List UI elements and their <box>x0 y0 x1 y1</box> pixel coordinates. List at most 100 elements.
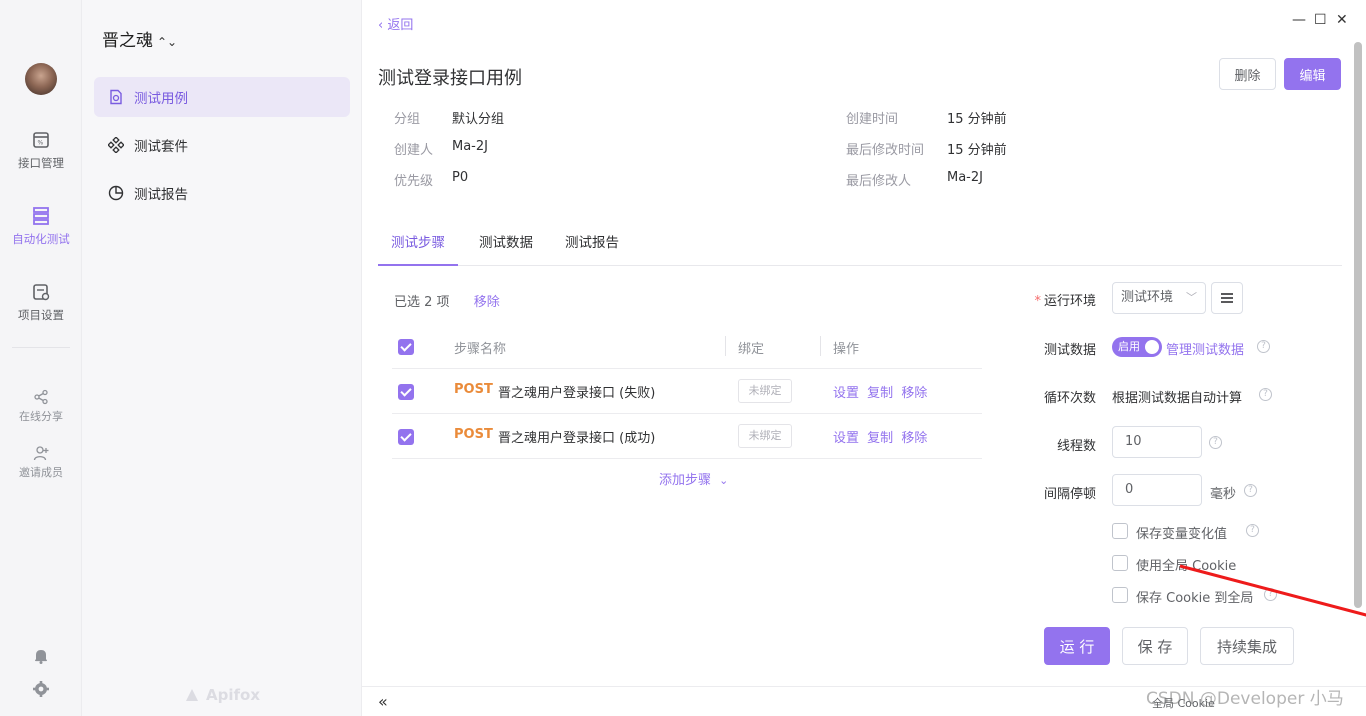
rail-item-automation[interactable]: 自动化测试 <box>0 206 82 247</box>
column-actions: 操作 <box>833 342 860 357</box>
automation-icon <box>33 207 49 225</box>
threads-input[interactable]: 10 <box>1112 426 1202 458</box>
column-bind: 绑定 <box>738 342 765 357</box>
help-icon[interactable]: ? <box>1257 340 1270 353</box>
close-button[interactable]: ✕ <box>1336 12 1348 28</box>
table-row[interactable]: POST 晋之魂用户登录接口 (失败) 未绑定 设置 复制 移除 <box>392 369 982 414</box>
modified-value: 15 分钟前 <box>947 143 1007 158</box>
left-rail: % 接口管理 自动化测试 项目设置 在线分享 邀请成员 <box>0 0 82 716</box>
column-step-name: 步骤名称 <box>454 342 507 357</box>
minimize-button[interactable]: — <box>1292 12 1306 28</box>
help-icon[interactable]: ? <box>1246 524 1259 537</box>
nav-item-test-cases[interactable]: 测试用例 <box>94 77 350 117</box>
help-icon[interactable]: ? <box>1209 436 1222 449</box>
priority-value: P0 <box>452 170 469 185</box>
step-name[interactable]: 晋之魂用户登录接口 (成功) <box>498 427 655 446</box>
bell-icon[interactable] <box>32 647 50 665</box>
row-checkbox[interactable] <box>398 384 414 400</box>
required-marker: * <box>1034 294 1041 309</box>
add-step-label: 添加步骤 <box>659 473 712 488</box>
back-label: 返回 <box>387 18 414 33</box>
scrollbar[interactable] <box>1354 42 1362 608</box>
created-label: 创建时间 <box>846 112 899 127</box>
rail-item-project-settings[interactable]: 项目设置 <box>0 282 82 323</box>
gear-icon[interactable] <box>32 680 50 698</box>
chevron-up-down-icon: ⌃⌄ <box>157 35 178 49</box>
remove-link[interactable]: 移除 <box>901 386 927 401</box>
suite-icon <box>108 137 124 153</box>
priority-label: 优先级 <box>394 174 434 189</box>
settings-link[interactable]: 设置 <box>833 386 859 401</box>
table-header: 步骤名称 绑定 操作 <box>392 324 982 369</box>
nav-item-test-suites[interactable]: 测试套件 <box>94 125 350 165</box>
add-step-button[interactable]: 添加步骤 ⌄ <box>659 469 728 488</box>
invite-members-button[interactable]: 邀请成员 <box>0 445 82 480</box>
bind-status-tag: 未绑定 <box>738 379 792 403</box>
copy-link[interactable]: 复制 <box>867 431 893 446</box>
nav-item-label: 测试用例 <box>134 91 188 107</box>
save-variable-changes-checkbox[interactable] <box>1112 523 1128 539</box>
apifox-logo-icon <box>186 689 198 701</box>
table-row[interactable]: POST 晋之魂用户登录接口 (成功) 未绑定 设置 复制 移除 <box>392 414 982 459</box>
remove-selected-link[interactable]: 移除 <box>474 295 500 310</box>
chevron-down-icon: ﹀ <box>1186 291 1197 304</box>
chevron-left-icon: ‹ <box>378 18 384 33</box>
help-icon[interactable]: ? <box>1244 484 1257 497</box>
environment-select[interactable]: 测试环境 ﹀ <box>1112 282 1206 314</box>
settings-link[interactable]: 设置 <box>833 431 859 446</box>
test-case-icon <box>110 89 122 105</box>
edit-button[interactable]: 编辑 <box>1284 58 1341 90</box>
avatar[interactable] <box>25 63 57 95</box>
rail-item-api-management[interactable]: % 接口管理 <box>0 130 82 171</box>
invite-label: 邀请成员 <box>19 466 63 479</box>
share-online-button[interactable]: 在线分享 <box>0 389 82 424</box>
remove-link[interactable]: 移除 <box>901 431 927 446</box>
help-icon[interactable]: ? <box>1259 388 1272 401</box>
environment-value: 测试环境 <box>1121 290 1174 305</box>
share-icon <box>34 389 48 405</box>
select-all-checkbox[interactable] <box>398 339 414 355</box>
annotation-arrow <box>1179 564 1366 617</box>
rail-item-label: 接口管理 <box>18 156 64 170</box>
project-name: 晋之魂 <box>102 31 153 51</box>
run-button[interactable]: 运 行 <box>1044 627 1110 665</box>
tab-test-report[interactable]: 测试报告 <box>565 226 619 266</box>
rail-divider <box>12 347 70 348</box>
selection-summary: 已选 2 项 移除 <box>394 291 500 310</box>
step-name[interactable]: 晋之魂用户登录接口 (失败) <box>498 382 655 401</box>
nav-item-test-reports[interactable]: 测试报告 <box>94 173 350 213</box>
interval-input[interactable]: 0 <box>1112 474 1202 506</box>
test-data-toggle[interactable]: 启用 <box>1112 337 1162 357</box>
project-selector[interactable]: 晋之魂 ⌃⌄ <box>102 26 177 51</box>
selected-count: 已选 2 项 <box>394 295 450 310</box>
menu-icon <box>1221 293 1233 303</box>
tab-test-data[interactable]: 测试数据 <box>479 226 533 266</box>
back-link[interactable]: ‹ 返回 <box>378 14 413 33</box>
created-value: 15 分钟前 <box>947 112 1007 127</box>
maximize-button[interactable]: ☐ <box>1314 12 1327 28</box>
use-global-cookie-checkbox[interactable] <box>1112 555 1128 571</box>
row-checkbox[interactable] <box>398 429 414 445</box>
page-title: 测试登录接口用例 <box>378 68 522 89</box>
delete-button[interactable]: 删除 <box>1219 58 1276 90</box>
row-actions: 设置 复制 移除 <box>833 427 931 446</box>
tab-bar: 测试步骤 测试数据 测试报告 <box>378 226 1342 266</box>
modified-label: 最后修改时间 <box>846 143 925 158</box>
modifier-value: Ma-2J <box>947 170 983 185</box>
environment-menu-button[interactable] <box>1211 282 1243 314</box>
collapse-sidebar-icon[interactable]: « <box>378 692 388 711</box>
interval-label: 间隔停顿 <box>1043 487 1096 502</box>
copy-link[interactable]: 复制 <box>867 386 893 401</box>
nav-item-label: 测试报告 <box>134 187 188 203</box>
manage-test-data-link[interactable]: 管理测试数据 <box>1166 339 1244 358</box>
modifier-label: 最后修改人 <box>846 174 912 189</box>
loop-count-value: 根据测试数据自动计算 <box>1112 391 1243 406</box>
watermark: CSDN @Developer 小马 <box>1146 689 1344 709</box>
column-divider <box>820 336 821 356</box>
save-cookie-global-checkbox[interactable] <box>1112 587 1128 603</box>
api-icon: % <box>33 132 49 148</box>
env-label: * 运行环境 <box>1022 290 1096 309</box>
group-value: 默认分组 <box>452 112 505 127</box>
tab-test-steps[interactable]: 测试步骤 <box>378 226 458 266</box>
test-data-label: 测试数据 <box>1043 343 1096 358</box>
